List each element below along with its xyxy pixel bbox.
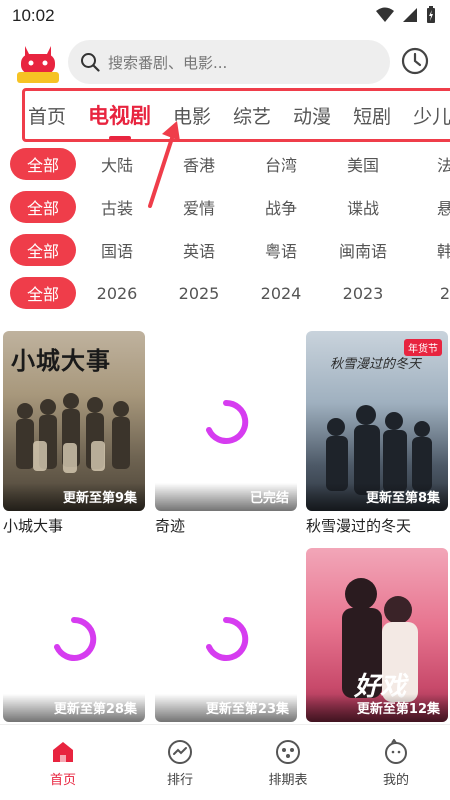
tab-short-drama[interactable]: 短剧 <box>353 102 391 129</box>
filter-all-genre[interactable]: 全部 <box>10 191 76 223</box>
filter-option[interactable]: 2023 <box>322 284 404 303</box>
app-logo[interactable] <box>16 44 60 84</box>
filter-option[interactable]: 2025 <box>158 284 240 303</box>
show-card[interactable]: 更新至第23集 <box>155 548 297 722</box>
show-title: 小城大事 <box>3 517 64 535</box>
search-placeholder: 搜索番剧、电影... <box>108 53 228 72</box>
filter-option[interactable]: 香港 <box>158 152 240 176</box>
nav-item-ranking[interactable]: 排行 <box>126 725 234 800</box>
filter-row-language: 全部 国语 英语 粤语 闽南语 韩 <box>10 233 450 267</box>
filter-option[interactable]: 古装 <box>76 195 158 219</box>
loading-spinner-icon <box>206 616 249 661</box>
show-poster[interactable]: 好戏 更新至第12集 <box>306 548 448 722</box>
filter-option[interactable]: 2024 <box>240 284 322 303</box>
filter-option[interactable]: 韩 <box>404 238 450 262</box>
nav-item-schedule[interactable]: 排期表 <box>234 725 342 800</box>
show-title: 奇迹 <box>155 517 186 535</box>
episode-badge: 更新至第28集 <box>3 694 145 722</box>
filter-option[interactable]: 粤语 <box>240 238 322 262</box>
search-input[interactable]: 搜索番剧、电影... <box>68 40 390 84</box>
category-tabs: 首页 电视剧 电影 综艺 动漫 短剧 少儿 <box>28 88 450 142</box>
tab-home[interactable]: 首页 <box>28 102 66 129</box>
show-card[interactable]: 小城大事 更新至第9集 小城大事 <box>3 331 145 536</box>
filter-row-year: 全部 2026 2025 2024 2023 2 <box>10 276 450 310</box>
filter-row-region: 全部 大陆 香港 台湾 美国 法 <box>10 147 450 181</box>
episode-badge: 更新至第12集 <box>306 694 448 722</box>
home-icon <box>53 742 73 762</box>
battery-icon <box>427 6 435 23</box>
show-card[interactable]: 已完结 奇迹 <box>155 331 297 536</box>
show-poster[interactable]: 年货节 秋雪漫过的冬天 更新至第8集 <box>306 331 448 511</box>
filter-option[interactable]: 台湾 <box>240 152 322 176</box>
tab-tv-series[interactable]: 电视剧 <box>88 100 152 140</box>
search-icon <box>81 53 100 72</box>
filter-option[interactable]: 闽南语 <box>322 238 404 262</box>
show-card[interactable]: 好戏 更新至第12集 <box>306 548 448 722</box>
tab-anime[interactable]: 动漫 <box>293 102 331 129</box>
clock-icon <box>401 47 429 75</box>
show-card[interactable]: 更新至第28集 <box>3 548 145 722</box>
rabbit-logo-icon <box>17 46 59 83</box>
episode-badge: 更新至第23集 <box>155 694 297 722</box>
show-poster[interactable]: 更新至第28集 <box>3 548 145 722</box>
filter-option[interactable]: 谍战 <box>322 195 404 219</box>
show-poster[interactable]: 已完结 <box>155 331 297 511</box>
tab-variety[interactable]: 综艺 <box>233 102 271 129</box>
show-title: 秋雪漫过的冬天 <box>306 517 412 535</box>
episode-badge: 更新至第8集 <box>306 483 448 511</box>
trend-chart-icon <box>168 740 192 764</box>
bottom-nav: 首页 排行 排期表 我的 <box>0 724 450 800</box>
show-poster[interactable]: 更新至第23集 <box>155 548 297 722</box>
filter-option[interactable]: 美国 <box>322 152 404 176</box>
status-icons <box>376 6 436 24</box>
filter-option[interactable]: 大陆 <box>76 152 158 176</box>
nav-item-profile[interactable]: 我的 <box>342 725 450 800</box>
filter-all-year[interactable]: 全部 <box>10 277 76 309</box>
status-time: 10:02 <box>12 6 55 25</box>
filter-option[interactable]: 法 <box>404 152 450 176</box>
nav-label: 排行 <box>166 773 193 788</box>
filter-all-region[interactable]: 全部 <box>10 148 76 180</box>
filter-option[interactable]: 2 <box>404 284 450 303</box>
nav-label: 排期表 <box>268 773 308 788</box>
filter-option[interactable]: 英语 <box>158 238 240 262</box>
tab-movie[interactable]: 电影 <box>173 102 211 129</box>
filter-option[interactable]: 战争 <box>240 195 322 219</box>
episode-badge: 更新至第9集 <box>3 483 145 511</box>
signal-icon <box>403 8 417 22</box>
filter-option[interactable]: 国语 <box>76 238 158 262</box>
filter-option[interactable]: 爱情 <box>158 195 240 219</box>
show-card[interactable]: 年货节 秋雪漫过的冬天 更新至第8集 秋雪漫过的冬天 <box>306 331 448 536</box>
status-bar: 10:02 <box>0 0 450 32</box>
profile-face-icon <box>385 739 407 764</box>
nav-item-home[interactable]: 首页 <box>0 725 126 800</box>
nav-label: 首页 <box>49 773 76 788</box>
history-button[interactable] <box>400 46 430 76</box>
filter-option[interactable]: 悬 <box>404 195 450 219</box>
tab-kids[interactable]: 少儿 <box>413 102 450 129</box>
active-tab-indicator <box>108 136 131 140</box>
filter-all-language[interactable]: 全部 <box>10 234 76 266</box>
loading-spinner-icon <box>54 616 97 661</box>
show-poster[interactable]: 小城大事 更新至第9集 <box>3 331 145 511</box>
schedule-icon <box>276 740 300 764</box>
tab-tv-series-label: 电视剧 <box>88 104 152 128</box>
episode-badge: 已完结 <box>155 483 297 511</box>
filter-option[interactable]: 2026 <box>76 284 158 303</box>
nav-label: 我的 <box>382 773 409 788</box>
filter-row-genre: 全部 古装 爱情 战争 谍战 悬 <box>10 190 450 224</box>
loading-spinner-icon <box>206 399 249 444</box>
wifi-icon <box>376 7 394 22</box>
